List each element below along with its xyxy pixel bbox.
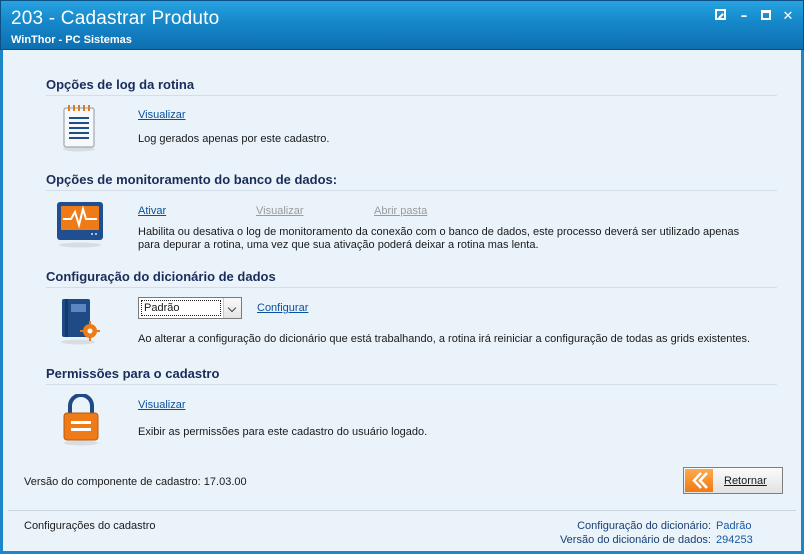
window-title: 203 - Cadastrar Produto	[11, 8, 220, 29]
chevron-down-icon[interactable]	[223, 298, 241, 318]
monitor-activate-link[interactable]: Ativar	[138, 205, 166, 217]
monitor-description-line1: Habilita ou desativa o log de monitorame…	[138, 226, 740, 238]
monitor-view-link[interactable]: Visualizar	[256, 205, 304, 217]
title-bar: 203 - Cadastrar Produto WinThor - PC Sis…	[0, 0, 804, 50]
permissions-view-link[interactable]: Visualizar	[138, 399, 186, 411]
close-button[interactable]: ✕	[780, 9, 796, 25]
log-view-link[interactable]: Visualizar	[138, 109, 186, 121]
monitor-section-divider	[46, 190, 777, 191]
log-document-icon	[60, 104, 98, 155]
return-button-label: Retornar	[724, 475, 767, 487]
monitor-section-title: Opções de monitoramento do banco de dado…	[46, 172, 338, 187]
monitor-pulse-icon	[55, 200, 105, 251]
dictionary-config-select-value: Padrão	[141, 300, 221, 316]
status-left-text: Configurações do cadastro	[24, 520, 156, 532]
return-button[interactable]: Retornar	[683, 467, 783, 494]
dictionary-config-select[interactable]: Padrão	[138, 297, 242, 319]
restore-window-icon[interactable]	[712, 9, 728, 25]
status-divider	[8, 510, 796, 511]
permissions-section-title: Permissões para o cadastro	[46, 366, 220, 381]
dictionary-configure-link[interactable]: Configurar	[257, 302, 308, 314]
dictionary-book-gear-icon	[58, 297, 102, 348]
window-subtitle: WinThor - PC Sistemas	[11, 34, 132, 46]
minimize-button[interactable]: –	[736, 9, 752, 25]
dict-version-value: 294253	[716, 534, 753, 546]
dictionary-section-divider	[46, 287, 777, 288]
log-section-title: Opções de log da rotina	[46, 77, 195, 92]
log-description: Log gerados apenas por este cadastro.	[138, 133, 330, 145]
dictionary-section-title: Configuração do dicionário de dados	[46, 269, 276, 284]
dict-config-value: Padrão	[716, 520, 752, 532]
monitor-open-folder-link[interactable]: Abrir pasta	[374, 205, 427, 217]
dictionary-description: Ao alterar a configuração do dicionário …	[138, 333, 751, 345]
log-section-divider	[46, 95, 777, 96]
lock-icon	[60, 393, 102, 449]
back-arrow-icon	[685, 469, 713, 492]
dict-config-label: Configuração do dicionário:	[577, 520, 711, 532]
component-version-text: Versão do componente de cadastro: 17.03.…	[24, 476, 247, 488]
monitor-description-line2: para depurar a rotina, uma vez que sua a…	[138, 239, 539, 251]
dict-version-label: Versão do dicionário de dados:	[559, 534, 711, 546]
maximize-button[interactable]	[758, 9, 774, 25]
permissions-section-divider	[46, 384, 777, 385]
permissions-description: Exibir as permissões para este cadastro …	[138, 426, 428, 438]
